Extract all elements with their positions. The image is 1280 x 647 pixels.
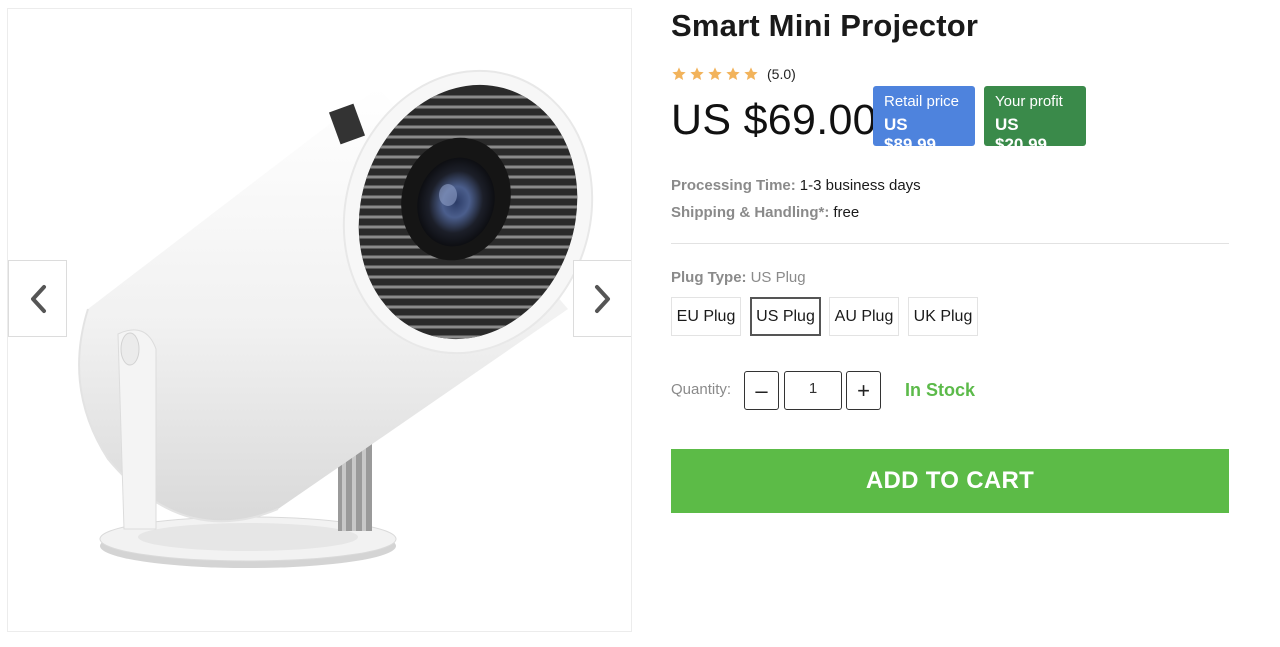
- plug-type-heading: Plug Type: US Plug: [671, 269, 806, 286]
- profit-value: US $20.99: [995, 115, 1047, 154]
- plug-type-label: Plug Type:: [671, 269, 747, 286]
- quantity-input[interactable]: [784, 371, 842, 410]
- retail-price-badge: Retail price US $89.99: [873, 86, 975, 154]
- retail-price-label: Retail price: [884, 93, 960, 110]
- quantity-increase-button[interactable]: +: [846, 371, 881, 410]
- divider: [671, 243, 1229, 244]
- rating-stars: [671, 66, 759, 82]
- shipping-value: free: [833, 204, 860, 221]
- stock-status: In Stock: [905, 380, 976, 400]
- shipping-handling: Shipping & Handling*: free: [671, 204, 859, 221]
- quantity-label: Quantity:: [671, 381, 732, 398]
- profit-badge: Your profit US $20.99: [984, 86, 1086, 154]
- product-gallery: [7, 8, 632, 632]
- plug-option-uk[interactable]: UK Plug: [908, 297, 978, 336]
- profit-label: Your profit: [995, 93, 1063, 110]
- rating-value: (5.0): [767, 66, 796, 82]
- star-icon: [690, 67, 704, 80]
- star-icon: [744, 67, 758, 80]
- gallery-next-button[interactable]: [573, 260, 631, 337]
- plug-option-eu[interactable]: EU Plug: [671, 297, 741, 336]
- chevron-right-icon: [594, 284, 610, 313]
- star-icon: [726, 67, 740, 80]
- star-icon: [672, 67, 686, 80]
- chevron-left-icon: [30, 284, 46, 313]
- processing-time-label: Processing Time:: [671, 177, 796, 194]
- plug-type-selected: US Plug: [750, 269, 806, 286]
- processing-time-value: 1-3 business days: [799, 177, 921, 194]
- shipping-label: Shipping & Handling*:: [671, 204, 830, 221]
- gallery-prev-button[interactable]: [8, 260, 67, 337]
- product-title: Smart Mini Projector: [671, 8, 979, 43]
- product-price: US $69.00: [671, 96, 877, 144]
- plug-option-au[interactable]: AU Plug: [829, 297, 899, 336]
- retail-price-value: US $89.99: [884, 115, 936, 154]
- plug-option-us[interactable]: US Plug: [750, 297, 821, 336]
- star-icon: [708, 67, 722, 80]
- quantity-decrease-button[interactable]: –: [744, 371, 779, 410]
- product-rating: (5.0): [671, 66, 796, 82]
- product-image: [78, 69, 608, 568]
- add-to-cart-button[interactable]: ADD TO CART: [671, 449, 1229, 513]
- processing-time: Processing Time: 1-3 business days: [671, 177, 921, 194]
